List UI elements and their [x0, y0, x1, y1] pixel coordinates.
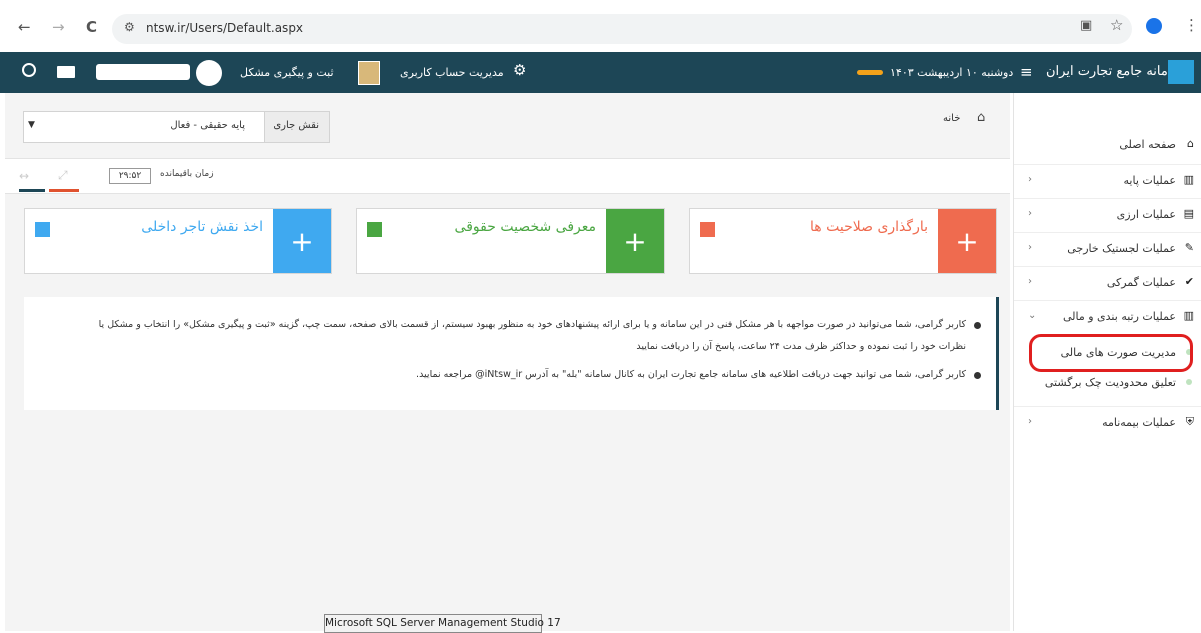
chevron-left-icon: ‹ — [1028, 416, 1032, 427]
profile-icon[interactable] — [1146, 18, 1162, 34]
sidebar-item-basic-ops[interactable]: ▥ عملیات پایه ‹ — [1014, 164, 1201, 197]
color-square-icon — [35, 222, 50, 237]
brand-logo-icon — [1168, 60, 1194, 84]
card-title[interactable]: معرفی شخصیت حقوقی — [455, 219, 596, 235]
chart-icon: ▥ — [1183, 309, 1194, 322]
weather-icon — [857, 70, 883, 75]
menu-kebab-icon[interactable]: ⋮ — [1184, 16, 1199, 34]
timer-value: ۲۹:۵۲ — [109, 168, 151, 184]
add-user-icon[interactable]: + — [273, 209, 331, 273]
add-user-icon[interactable]: + — [606, 209, 664, 273]
fullscreen-icon[interactable]: ⤢ — [58, 168, 68, 183]
sidebar-item-label: صفحه اصلی — [1119, 138, 1176, 151]
notice-line-3: کاربر گرامی، شما می توانید جهت دریافت اط… — [416, 369, 966, 380]
sidebar-item-label: عملیات بیمه‌نامه — [1102, 416, 1176, 429]
sidebar-item-label: عملیات پایه — [1123, 174, 1176, 187]
avatar[interactable] — [196, 60, 222, 86]
bullet-icon — [1186, 379, 1192, 385]
card-domestic-merchant-role[interactable]: + اخذ نقش تاجر داخلی — [24, 208, 332, 274]
gears-icon[interactable]: ⚙ — [513, 61, 526, 79]
check-icon: ✔ — [1184, 275, 1194, 288]
currency-icon: ▤ — [1183, 207, 1194, 220]
card-introduce-legal-entity[interactable]: + معرفی شخصیت حقوقی — [356, 208, 665, 274]
username-redacted — [96, 64, 190, 80]
chevron-left-icon: ‹ — [1028, 174, 1032, 185]
reload-button[interactable]: C — [86, 18, 97, 36]
brand-title[interactable]: سامانه جامع تجارت ایران — [1046, 64, 1183, 79]
chevron-left-icon: ‹ — [1028, 276, 1032, 287]
color-square-icon — [700, 222, 715, 237]
breadcrumb-home[interactable]: خانه — [943, 113, 960, 124]
browser-toolbar: ← → C ⚙ ntsw.ir/Users/Default.aspx ▣ ☆ ⋮ — [0, 0, 1201, 52]
chevron-down-icon: ⌄ — [1028, 310, 1037, 321]
sidebar-subitem-bounced-check-suspension[interactable]: تعلیق محدودیت چک برگشتی — [1014, 370, 1201, 396]
sidebar-item-currency-ops[interactable]: ▤ عملیات ارزی ‹ — [1014, 198, 1201, 231]
account-management-link[interactable]: مدیریت حساب کاربری — [400, 66, 504, 79]
color-square-icon — [367, 222, 382, 237]
collapse-icon[interactable]: ↔ — [19, 169, 29, 183]
taskbar-tooltip: Microsoft SQL Server Management Studio 1… — [324, 614, 561, 633]
sidebar-item-rating-finance-ops[interactable]: ▥ عملیات رتبه بندی و مالی ⌄ — [1014, 300, 1201, 333]
bullet-icon — [974, 322, 981, 329]
add-user-icon[interactable]: + — [938, 209, 996, 273]
url-text[interactable]: ntsw.ir/Users/Default.aspx — [146, 21, 303, 35]
timer-label: زمان باقیمانده — [160, 169, 214, 179]
sidebar-item-label: عملیات گمرکی — [1106, 276, 1176, 289]
role-value: پایه حقیقی - فعال — [170, 120, 245, 131]
role-label: نقش جاری — [273, 120, 319, 131]
tab-indicator-dark — [19, 189, 45, 192]
bookmark-star-icon[interactable]: ☆ — [1110, 16, 1123, 34]
home-icon: ⌂ — [1187, 137, 1194, 150]
sidebar-item-insurance-ops[interactable]: ⛨ عملیات بیمه‌نامه ‹ — [1014, 406, 1201, 439]
app-header: ثبت و پیگیری مشکل مدیریت حساب کاربری ⚙ د… — [0, 52, 1201, 93]
role-label-box: نقش جاری — [264, 112, 329, 142]
top-bar: ▼ پایه حقیقی - فعال نقش جاری خانه ⌂ — [5, 100, 1010, 152]
card-upload-qualifications[interactable]: + بارگذاری صلاحیت ها — [689, 208, 997, 274]
notice-box: کاربر گرامی، شما می‌توانید در صورت مواجه… — [24, 297, 999, 410]
sidebar-item-label: عملیات لجستیک خارجی — [1067, 242, 1176, 255]
power-icon[interactable] — [22, 63, 36, 77]
mail-icon[interactable] — [57, 66, 75, 78]
bullet-icon — [974, 372, 981, 379]
notepad-icon[interactable] — [358, 61, 380, 85]
notice-line-2: نظرات خود را ثبت نموده و حداکثر ظرف مدت … — [636, 341, 966, 352]
hamburger-menu-icon[interactable]: ≡ — [1020, 63, 1033, 81]
timer-bar: ↔ ⤢ ۲۹:۵۲ زمان باقیمانده — [5, 158, 1010, 194]
back-button[interactable]: ← — [18, 18, 31, 36]
highlight-annotation — [1029, 334, 1193, 372]
card-title[interactable]: بارگذاری صلاحیت ها — [810, 219, 928, 235]
sidebar-subitem-label: تعلیق محدودیت چک برگشتی — [1044, 376, 1176, 389]
sidebar-item-home[interactable]: ⌂ صفحه اصلی — [1014, 129, 1201, 161]
translate-icon[interactable]: ▣ — [1080, 18, 1092, 33]
notice-line-1: کاربر گرامی، شما می‌توانید در صورت مواجه… — [98, 319, 966, 330]
card-title[interactable]: اخذ نقش تاجر داخلی — [141, 219, 263, 235]
role-select[interactable]: ▼ پایه حقیقی - فعال نقش جاری — [23, 111, 330, 143]
forward-button[interactable]: → — [52, 18, 65, 36]
chevron-left-icon: ‹ — [1028, 208, 1032, 219]
shield-icon: ⛨ — [1185, 415, 1194, 428]
sidebar-item-label: عملیات ارزی — [1116, 208, 1176, 221]
chevron-left-icon: ‹ — [1028, 242, 1032, 253]
chart-icon: ▥ — [1183, 173, 1194, 186]
chevron-down-icon: ▼ — [28, 120, 35, 130]
edit-icon: ✎ — [1184, 241, 1194, 254]
sidebar-item-customs-ops[interactable]: ✔ عملیات گمرکی ‹ — [1014, 266, 1201, 299]
home-icon[interactable]: ⌂ — [977, 110, 985, 125]
breadcrumb[interactable]: خانه — [943, 113, 960, 124]
register-issue-link[interactable]: ثبت و پیگیری مشکل — [240, 66, 334, 79]
sidebar-item-logistics-ops[interactable]: ✎ عملیات لجستیک خارجی ‹ — [1014, 232, 1201, 265]
sidebar-item-label: عملیات رتبه بندی و مالی — [1062, 310, 1176, 323]
date-label: دوشنبه ۱۰ اردیبهشت ۱۴۰۳ — [890, 66, 1014, 79]
site-settings-icon[interactable]: ⚙ — [124, 20, 135, 34]
tab-indicator-red — [49, 189, 79, 192]
